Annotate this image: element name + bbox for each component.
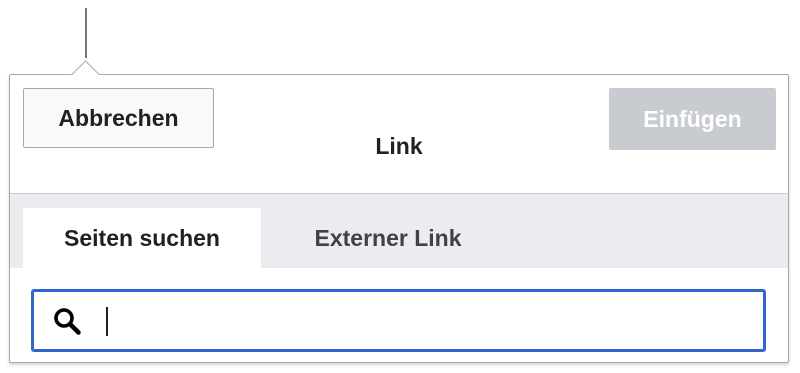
dialog-pointer <box>68 57 104 75</box>
anchor-line <box>85 8 87 58</box>
search-input[interactable] <box>101 299 751 343</box>
tab-external-link[interactable]: Externer Link <box>268 208 508 268</box>
insert-button[interactable]: Einfügen <box>609 88 776 150</box>
dialog-header: Abbrechen Link Einfügen <box>10 75 788 194</box>
link-inspector-stage: Abbrechen Link Einfügen Seiten suchen Ex… <box>0 0 800 373</box>
text-caret <box>106 307 108 336</box>
tab-bar: Seiten suchen Externer Link <box>10 194 788 268</box>
tab-search-pages[interactable]: Seiten suchen <box>23 208 261 268</box>
search-icon <box>53 307 81 335</box>
link-dialog: Abbrechen Link Einfügen Seiten suchen Ex… <box>9 74 789 363</box>
search-field[interactable] <box>31 289 766 352</box>
